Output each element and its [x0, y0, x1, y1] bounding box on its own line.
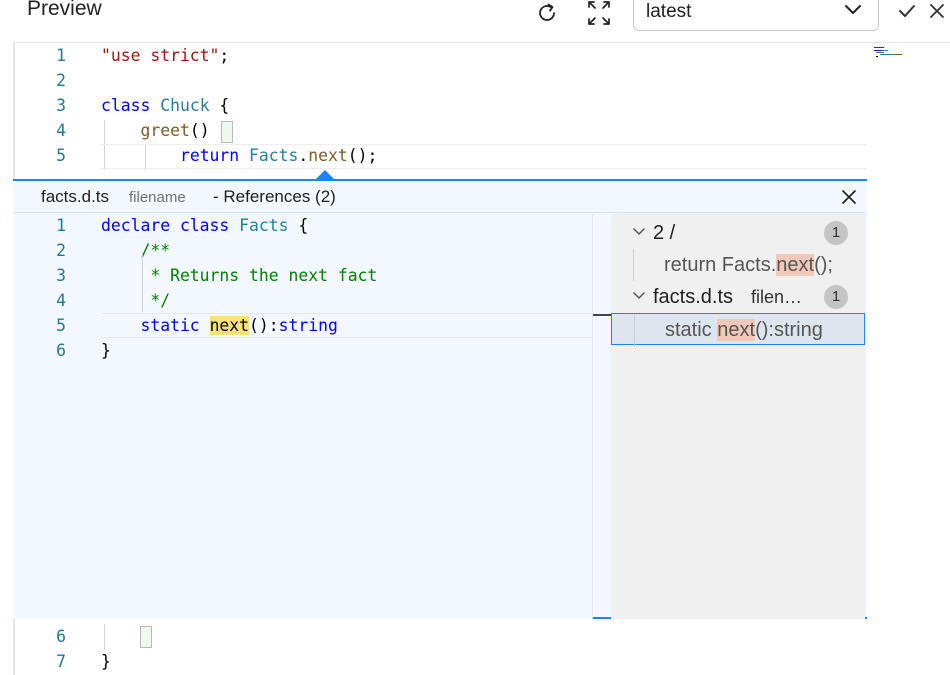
code-line[interactable]: */: [101, 288, 170, 313]
line-number: 5: [56, 316, 66, 335]
reference-before: static: [665, 319, 718, 341]
code-token: class: [101, 96, 161, 115]
reference-after: ():string: [755, 319, 823, 341]
count-badge: 1: [824, 221, 848, 245]
line-number: 7: [56, 652, 66, 671]
code-token: ;: [219, 46, 230, 65]
tree-reference[interactable]: return Facts.next();: [611, 249, 865, 281]
reference-preview: static next():string: [665, 314, 823, 346]
code-token: */: [101, 291, 171, 310]
line-number: 1: [56, 46, 66, 65]
line-number: 3: [56, 96, 66, 115]
code-line[interactable]: }: [101, 338, 111, 363]
indent-guide: [142, 252, 143, 312]
code-token: {: [209, 96, 230, 115]
confirm-button[interactable]: [893, 0, 921, 28]
current-line-highlight: [101, 313, 592, 338]
tree-indent-guide: [633, 249, 634, 281]
code-token: greet: [140, 121, 190, 140]
page-title: Preview: [27, 0, 102, 20]
line-number: 2: [56, 71, 66, 90]
peek-title: - References (2): [213, 187, 336, 206]
dismiss-button[interactable]: [924, 0, 950, 28]
expand-button[interactable]: [582, 0, 616, 30]
toolbar: Preview latest: [0, 0, 950, 42]
peek-header: facts.d.ts filename - References (2): [13, 181, 865, 213]
code-token: /**: [101, 241, 171, 260]
reference-preview: return Facts.next();: [664, 249, 833, 281]
count-badge: 1: [824, 285, 848, 309]
line-number: 3: [56, 266, 66, 285]
peek-file-name[interactable]: facts.d.ts: [41, 187, 109, 207]
reference-before: return Facts.: [664, 254, 777, 276]
code-token: Facts: [239, 216, 289, 235]
refresh-button[interactable]: [530, 0, 564, 30]
code-line[interactable]: "use strict";: [101, 43, 229, 68]
bracket-match: [221, 121, 233, 143]
bracket-match: [140, 626, 152, 648]
line-number: 2: [56, 241, 66, 260]
code-token: }: [101, 652, 111, 671]
overview-ruler-mark: [592, 314, 611, 316]
reference-match: next: [776, 254, 815, 276]
indent-guide: [104, 624, 105, 649]
code-token: {: [288, 216, 309, 235]
minimap[interactable]: [872, 46, 912, 64]
tree-group-label: 2 /: [653, 222, 676, 244]
references-tree: 2 /1 return Facts.next(); facts.d.ts filen……: [611, 214, 865, 619]
tree-reference[interactable]: static next():string: [611, 313, 865, 346]
chevron-down-icon[interactable]: [633, 227, 645, 237]
tree-group-label: facts.d.ts: [653, 286, 734, 308]
code-line[interactable]: greet() {: [101, 118, 229, 143]
code-token: Chuck: [160, 96, 210, 115]
tree-group[interactable]: facts.d.ts filen… 1: [611, 281, 865, 313]
code-token: }: [101, 341, 111, 360]
reference-match: next: [717, 319, 756, 341]
version-select-value: latest: [646, 1, 692, 22]
close-icon[interactable]: [839, 187, 859, 207]
references-peek: facts.d.ts filename - References (2) 1 de…: [13, 179, 867, 619]
code-line[interactable]: /**: [101, 238, 170, 263]
line-number: 6: [56, 627, 66, 646]
peek-file-path: filename: [129, 189, 186, 206]
line-number: 4: [56, 121, 66, 140]
tree-group-detail: filen…: [751, 287, 803, 307]
peek-pointer: [316, 170, 334, 179]
line-number: 1: [56, 216, 66, 235]
tree-group[interactable]: 2 / 1: [611, 217, 865, 249]
version-select[interactable]: latest: [633, 0, 879, 31]
expand-icon: [588, 1, 610, 25]
check-icon: [899, 5, 915, 17]
refresh-icon: [539, 3, 555, 21]
chevron-down-icon: [845, 5, 861, 14]
code-line[interactable]: }: [101, 649, 111, 674]
close-icon: [930, 4, 944, 18]
reference-after: ();: [814, 254, 833, 276]
peek-editor[interactable]: 1 declare class Facts {2 /** 3 * Returns t…: [13, 213, 611, 619]
code-line[interactable]: declare class Facts {: [101, 213, 308, 238]
code-token: "use strict": [101, 46, 220, 65]
code-token: declare class: [101, 216, 240, 235]
tree-indent-guide: [634, 314, 635, 346]
peek-sash[interactable]: [592, 214, 593, 619]
line-number: 4: [56, 291, 66, 310]
chevron-down-icon[interactable]: [633, 291, 645, 301]
current-line-highlight: [100, 144, 867, 169]
line-number: 6: [56, 341, 66, 360]
code-line[interactable]: class Chuck {: [101, 93, 229, 118]
line-number: 5: [56, 146, 66, 165]
